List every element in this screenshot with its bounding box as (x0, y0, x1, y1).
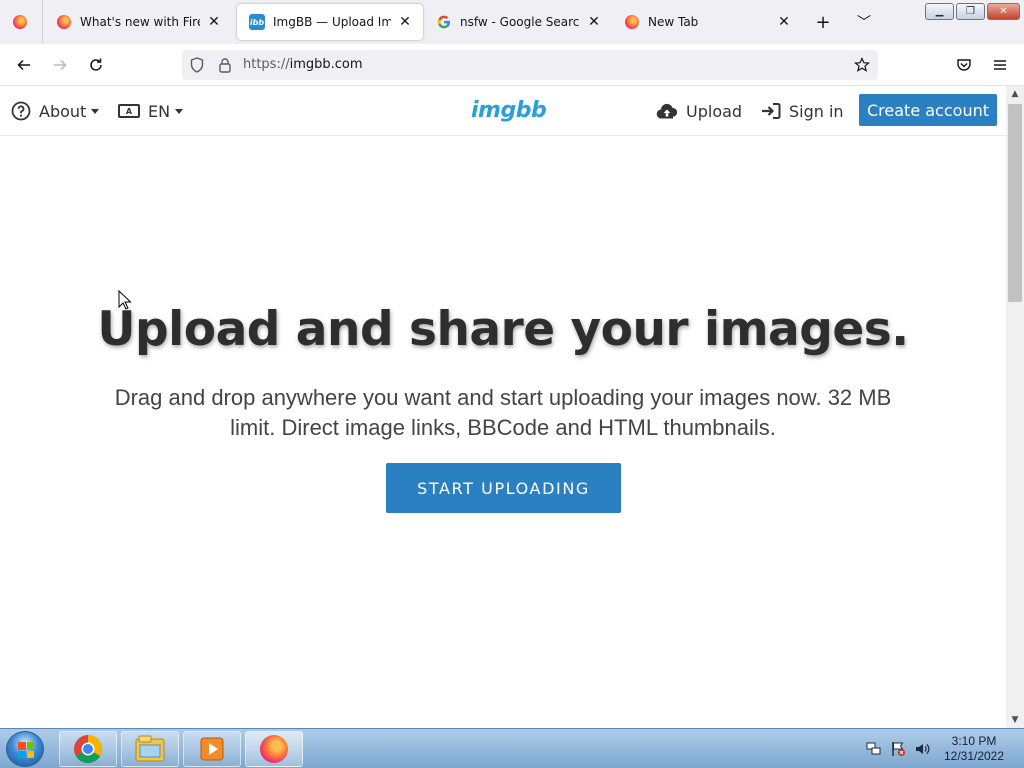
tab-title: New Tab (648, 15, 699, 29)
imgbb-icon: ibb (249, 14, 265, 30)
sign-in-link[interactable]: Sign in (761, 99, 844, 123)
app-menu-button[interactable] (988, 53, 1012, 77)
url-host: imgbb.com (289, 57, 363, 72)
tab-google-search[interactable]: nsfw - Google Search ✕ (424, 4, 612, 40)
tab-title: What's new with Firefox - (80, 15, 200, 29)
hero-subtitle: Drag and drop anywhere you want and star… (114, 385, 892, 440)
firefox-icon (13, 15, 27, 29)
upload-label: Upload (686, 101, 743, 121)
tab-title: nsfw - Google Search (460, 15, 580, 29)
new-tab-button[interactable]: + (813, 11, 833, 33)
restore-icon: ❐ (966, 6, 975, 17)
close-icon[interactable]: ✕ (584, 12, 604, 32)
clock-date: 12/31/2022 (943, 749, 1005, 763)
system-clock[interactable]: 3:10 PM 12/31/2022 (936, 734, 1012, 764)
create-account-button[interactable]: Create account (859, 94, 997, 126)
scroll-down-arrow-icon[interactable]: ▼ (1006, 712, 1024, 728)
clock-time: 3:10 PM (951, 734, 997, 748)
taskbar-media-player[interactable] (183, 731, 241, 767)
close-icon[interactable]: ✕ (204, 12, 224, 32)
url-text[interactable]: https://imgbb.com (243, 57, 363, 72)
site-header: About A EN imgbb Upload Sign in (0, 86, 1006, 136)
scroll-thumb[interactable] (1008, 104, 1022, 302)
windows-logo-icon (18, 742, 34, 758)
tab-title: ImgBB — Upload Image - (273, 15, 391, 29)
arrow-right-icon (54, 59, 67, 71)
tab-separator (42, 0, 43, 44)
upload-link[interactable]: Upload (656, 99, 742, 123)
taskbar-chrome[interactable] (59, 731, 117, 767)
language-icon: A (118, 104, 140, 118)
reload-icon (90, 58, 102, 71)
url-bar[interactable]: https://imgbb.com (182, 50, 878, 80)
shield-icon[interactable] (187, 55, 207, 75)
taskbar-explorer[interactable] (121, 731, 179, 767)
arrow-left-icon (17, 59, 30, 71)
explorer-icon (135, 735, 165, 762)
chevron-down-icon: ﹀ (857, 15, 871, 31)
pocket-button[interactable] (952, 53, 976, 77)
forward-button[interactable] (48, 53, 72, 77)
tab-imgbb[interactable]: ibb ImgBB — Upload Image - ✕ (237, 4, 423, 40)
windows-taskbar: 3:10 PM 12/31/2022 (0, 728, 1024, 768)
tab-new-tab[interactable]: New Tab ✕ (612, 4, 802, 40)
media-player-icon (200, 737, 224, 761)
firefox-icon (56, 14, 72, 30)
about-menu[interactable]: About (11, 99, 100, 123)
hamburger-menu-icon (994, 60, 1006, 70)
chrome-icon (74, 735, 102, 763)
navigation-toolbar: https://imgbb.com (0, 44, 1024, 86)
language-label: EN (148, 101, 171, 121)
taskbar-firefox[interactable] (245, 731, 303, 767)
firefox-icon (260, 735, 288, 763)
minimize-button[interactable]: ▁ (925, 3, 954, 20)
sign-in-label: Sign in (789, 101, 844, 121)
caret-down-icon (175, 108, 184, 114)
firefox-icon (624, 14, 640, 30)
window-close-button[interactable]: ✕ (987, 3, 1020, 20)
lock-icon[interactable] (215, 55, 235, 75)
language-icon-letter: A (118, 104, 140, 118)
mouse-cursor-icon (118, 290, 132, 310)
reload-button[interactable] (84, 53, 108, 77)
back-button[interactable] (12, 53, 36, 77)
page-scrollbar[interactable]: ▲ ▼ (1006, 86, 1024, 728)
imgbb-logo[interactable]: imgbb (471, 98, 547, 123)
restore-button[interactable]: ❐ (956, 3, 985, 20)
bookmark-star-icon[interactable] (852, 55, 872, 75)
close-icon: ✕ (999, 6, 1008, 17)
start-button[interactable] (6, 731, 44, 767)
caret-down-icon (91, 108, 100, 114)
language-menu[interactable]: A EN (118, 99, 184, 123)
plus-icon: + (815, 11, 831, 33)
hero-title: Upload and share your images. (97, 302, 909, 357)
minimize-icon: ▁ (935, 6, 944, 17)
volume-icon[interactable] (914, 741, 930, 757)
cloud-upload-icon (656, 103, 678, 119)
action-center-flag-icon[interactable] (890, 741, 906, 757)
firefox-view-button[interactable] (10, 12, 30, 32)
about-label: About (39, 101, 87, 121)
tab-whats-new[interactable]: What's new with Firefox - ✕ (44, 4, 232, 40)
url-scheme: https:// (243, 57, 290, 72)
google-icon (436, 14, 452, 30)
pocket-icon (957, 59, 971, 71)
close-icon[interactable]: ✕ (395, 12, 415, 32)
list-tabs-button[interactable]: ﹀ (854, 12, 874, 32)
network-icon[interactable] (866, 741, 882, 757)
tab-strip: What's new with Firefox - ✕ ibb ImgBB — … (0, 0, 1024, 44)
close-icon[interactable]: ✕ (774, 12, 794, 32)
question-circle-icon (11, 101, 31, 121)
scroll-up-arrow-icon[interactable]: ▲ (1006, 86, 1024, 102)
start-uploading-button[interactable]: START UPLOADING (386, 463, 621, 513)
sign-in-icon (761, 102, 781, 120)
